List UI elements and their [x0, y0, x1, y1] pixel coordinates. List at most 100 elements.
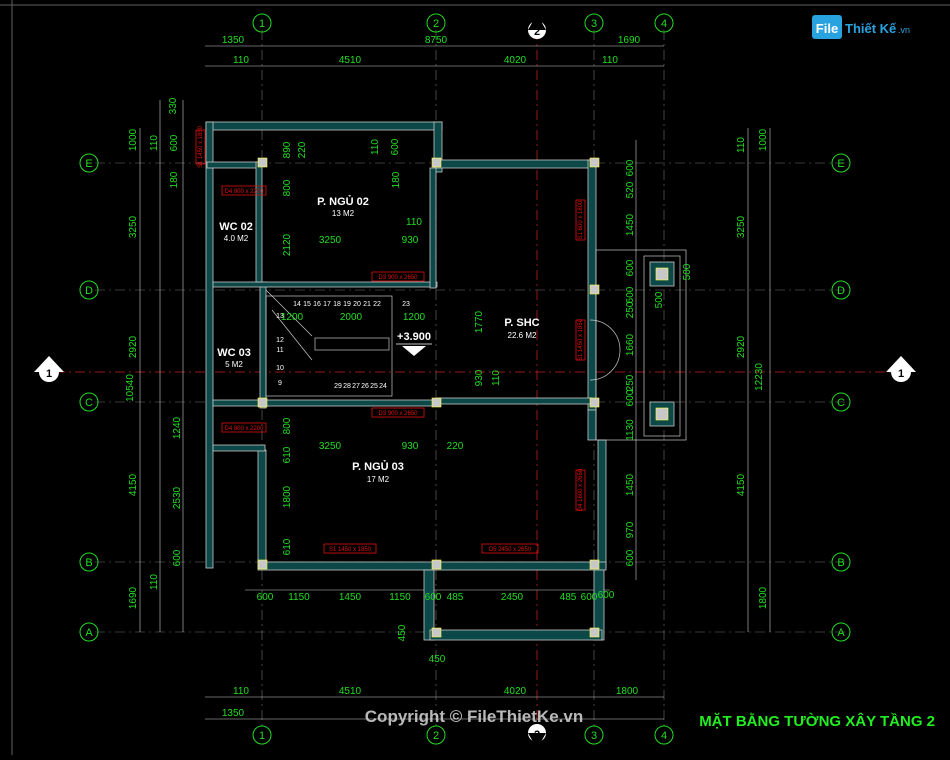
logo-part-file: File	[816, 21, 838, 36]
cad-viewport[interactable]: 1 2 3 4 2 1 2 3 4 2 E D C B A E D C B A …	[0, 0, 950, 755]
dimension-texts: 1350 8750 1690110 4510 4020 110110 4510 4020 180…	[125, 35, 769, 719]
dimension-text: 600	[625, 259, 636, 276]
room-name: WC 03	[217, 347, 251, 359]
stair-step-number: 28	[343, 383, 351, 390]
dimension-text: 4150	[128, 473, 139, 496]
dimension-text: 1240	[172, 416, 183, 439]
section-mark-label: 1	[46, 368, 52, 380]
stair-step-number: 9	[278, 380, 282, 387]
dimension-text: 610	[282, 538, 293, 555]
door-window-tag: S1 600 x 1800	[575, 199, 586, 241]
dimension-text: 2120	[282, 233, 293, 256]
stair-step-number: 16	[313, 301, 321, 308]
dimension-text: 930	[402, 441, 419, 452]
stair-step-number: 12	[276, 337, 284, 344]
logo-part-vn: .vn	[898, 25, 910, 35]
grid-label: 4	[661, 730, 667, 742]
dimension-text: 1150	[288, 592, 310, 603]
dimension-text: 1690	[618, 35, 641, 46]
door-window-tag-label: S1 1450 x 1850	[198, 125, 204, 168]
door-window-tag-label: D3 900 x 2650	[378, 411, 418, 417]
stair-step-number: 18	[333, 301, 341, 308]
grid-label: 3	[591, 730, 597, 742]
dimension-text: 12230	[754, 363, 765, 391]
grid-label: B	[85, 557, 92, 569]
grid-label: 1	[259, 730, 265, 742]
dimension-text: 250	[625, 374, 636, 391]
dimension-text: 2530	[172, 486, 183, 509]
door-window-tag: S1 1450 x 1850	[575, 318, 586, 361]
dimension-text: 1200	[281, 312, 304, 323]
dimension-text: 2450	[501, 592, 524, 603]
dimension-text: 2000	[340, 312, 363, 323]
dimension-text: 930	[402, 235, 419, 246]
dimension-text: 3250	[319, 441, 342, 452]
dimension-text: 600	[257, 592, 274, 603]
dimension-text: 890	[282, 141, 293, 158]
room-area: 13 M2	[332, 209, 355, 218]
grid-bubbles-left: E D C B A	[79, 153, 99, 642]
grid-label: 3	[591, 18, 597, 30]
dimension-text: 1800	[616, 686, 639, 697]
dimension-text: 1800	[758, 586, 769, 609]
dimension-text: 1450	[625, 473, 636, 496]
dimension-text: 500	[654, 291, 665, 308]
grid-label: A	[837, 627, 845, 639]
dimension-text: 180	[391, 171, 402, 188]
grid-label: C	[85, 397, 93, 409]
stair-step-number: 23	[402, 301, 410, 308]
dimension-text: 970	[625, 521, 636, 538]
door-window-tag-label: D3 900 x 2650	[378, 275, 418, 281]
door-window-tag: D5 2450 x 2650	[481, 543, 539, 554]
room-name: P. SHC	[504, 317, 539, 329]
dimension-text: 1350	[222, 35, 245, 46]
grid-label: 1	[259, 18, 265, 30]
door-window-tag: S1 1450 x 1850	[195, 125, 206, 168]
grid-label: 2	[433, 730, 439, 742]
stair-step-number: 20	[353, 301, 361, 308]
dimension-text: 500	[682, 263, 693, 280]
room-area: 5 M2	[225, 360, 243, 369]
dimension-text: 600	[169, 134, 180, 151]
grid-label: A	[85, 627, 93, 639]
dimension-text: 110	[602, 55, 618, 66]
dimension-text: 610	[282, 446, 293, 463]
dimension-text: 4510	[339, 55, 362, 66]
dimension-text: 1150	[389, 592, 411, 603]
dimension-text: 800	[282, 179, 293, 196]
dimension-text: 1800	[282, 485, 293, 508]
door-window-tag-label: S1 1450 x 1850	[329, 547, 372, 553]
dimension-text: 600	[598, 590, 615, 601]
dimension-text: 4020	[504, 55, 527, 66]
room-name: WC 02	[219, 221, 253, 233]
dimension-text: 485	[560, 592, 577, 603]
grid-label: D	[837, 285, 845, 297]
dimension-text: 1000	[128, 128, 139, 151]
dimension-text: 1450	[339, 592, 362, 603]
section-mark-label: 1	[898, 368, 904, 380]
dimension-text: 3250	[319, 235, 342, 246]
dimension-text: 1690	[128, 586, 139, 609]
door-window-tag-label: D4 800 x 2200	[224, 426, 264, 432]
stair-step-number: 19	[343, 301, 351, 308]
dimension-text: 10540	[125, 374, 136, 402]
site-logo: File Thiết Kế .vn	[812, 15, 910, 39]
grid-label: D	[85, 285, 93, 297]
dimension-text: 600	[625, 549, 636, 566]
grid-label: E	[837, 158, 844, 170]
dimension-text: 110	[491, 370, 502, 386]
grid-bubbles-bottom: 1 2 3 4 2	[252, 724, 674, 749]
grid-bubbles-right: E D C B A	[831, 153, 851, 642]
section-mark-label: 2	[534, 729, 540, 741]
stair-step-number: 22	[373, 301, 381, 308]
dimension-text: 4150	[736, 473, 747, 496]
dimension-text: 450	[429, 654, 446, 665]
dimension-text: 220	[447, 441, 464, 452]
stair-step-number: 11	[276, 347, 283, 354]
door-window-tag-label: S1 1450 x 1850	[578, 318, 584, 361]
door-window-tag-label: D4 1600 x 2650	[578, 468, 584, 511]
dimension-text: 4020	[504, 686, 527, 697]
grid-bubbles-top: 1 2 3 4 2	[252, 13, 674, 39]
stair-step-number: 25	[370, 383, 378, 390]
dimension-text: 2920	[736, 335, 747, 358]
